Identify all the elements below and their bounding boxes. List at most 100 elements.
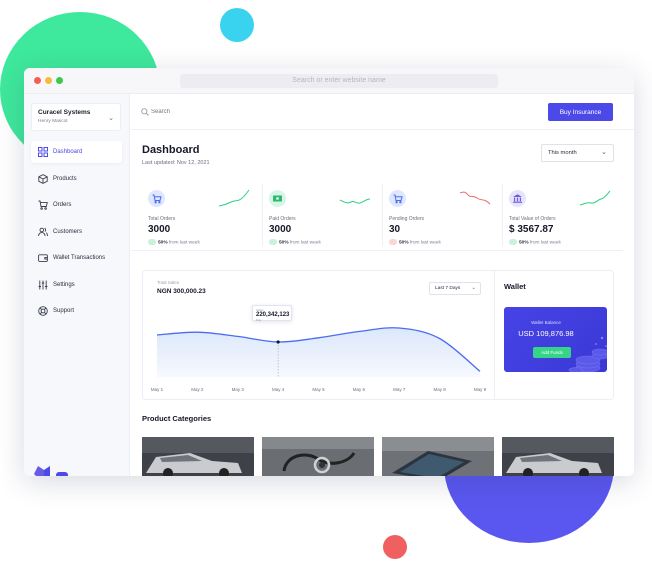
sidebar-item-dashboard[interactable]: Dashboard [31, 141, 122, 163]
last-updated: Last updated: Nov 12, 2021 [142, 160, 210, 166]
range-select-value: Last 7 Days [435, 286, 461, 291]
cash-icon [269, 190, 286, 207]
sidebar-item-label: Wallet Transactions [53, 255, 106, 261]
sales-total: NGN 300,000.23 [157, 288, 206, 295]
lifebuoy-icon [38, 306, 48, 316]
x-tick-label: May 6 [353, 387, 366, 392]
x-tick-label: May 7 [393, 387, 406, 392]
stat-value: $ 3567.87 [509, 224, 554, 235]
trend-down-sparkline [459, 191, 491, 205]
stat-change-pct: 50% [279, 240, 289, 246]
trend-up-icon [269, 239, 277, 245]
chevron-down-icon: ⌄ [108, 115, 114, 122]
sales-chart[interactable]: May 1 May 2 May 3 May 4 May 5 May 6 May 7 May 8… [143, 301, 494, 397]
stat-value: 3000 [148, 224, 171, 235]
close-window-button[interactable] [34, 77, 41, 84]
x-tick-label: May 5 [312, 387, 325, 392]
org-user: Henry Mascot [38, 119, 68, 124]
stethoscope-image [262, 437, 374, 476]
users-icon [38, 227, 48, 236]
stat-change-suffix: from last week [168, 240, 200, 246]
cart-icon [148, 190, 165, 207]
wallet-icon [38, 254, 48, 262]
category-card-car-2[interactable] [502, 437, 614, 476]
sidebar-item-settings[interactable]: Settings [31, 274, 122, 296]
stat-pending-orders: Pending Orders 30 50% from last week [382, 184, 500, 246]
category-card-gadget[interactable] [382, 437, 494, 476]
search-input[interactable] [151, 105, 271, 119]
category-card-health[interactable] [262, 437, 374, 476]
trend-up-icon [148, 239, 156, 245]
brand-logo-icon [34, 466, 68, 476]
period-select[interactable]: This month ⌄ [541, 144, 614, 162]
decorative-red-circle [383, 535, 407, 559]
chart-point[interactable] [276, 340, 280, 344]
top-bar: Buy Insurance [131, 94, 634, 130]
decorative-cyan-circle [220, 8, 254, 42]
stat-change: 50% from last week [148, 239, 200, 245]
stat-change-pct: 50% [519, 240, 529, 246]
trend-up-sparkline [218, 189, 250, 207]
sidebar-nav: Dashboard Products Orders Customers Wall… [24, 141, 130, 327]
sidebar: Curacel Systems Henry Mascot ⌄ Dashboard… [24, 94, 130, 476]
wallet-card: Wallet Balance USD 109,876.98 Add Funds [504, 307, 607, 372]
sales-card: Total Sales NGN 300,000.23 Last 7 Days ⌄… [142, 270, 614, 400]
stat-change-pct: 50% [158, 240, 168, 246]
org-switcher[interactable]: Curacel Systems Henry Mascot ⌄ [31, 103, 121, 131]
minimize-window-button[interactable] [45, 77, 52, 84]
category-card-car[interactable] [142, 437, 254, 476]
cart-icon [389, 190, 406, 207]
sidebar-item-label: Settings [53, 281, 75, 288]
stat-change: 50% from last week [389, 239, 441, 245]
tooltip-sub: May [256, 318, 262, 322]
stat-value: 30 [389, 224, 401, 235]
chevron-down-icon: ⌄ [601, 149, 607, 156]
sidebar-item-label: Support [53, 308, 75, 314]
box-icon [38, 173, 48, 184]
stat-label: Total Orders [148, 216, 176, 222]
wallet-title: Wallet [504, 282, 526, 291]
buy-insurance-button[interactable]: Buy Insurance [548, 103, 613, 121]
page-title: Dashboard [142, 144, 200, 156]
sidebar-item-products[interactable]: Products [31, 168, 122, 190]
stat-label: Total Value of Orders [509, 216, 556, 222]
stat-change: 50% from last week [269, 239, 321, 245]
stats-row: Total Orders 3000 50% from last week Pai… [131, 179, 623, 251]
chevron-down-icon: ⌄ [471, 285, 476, 291]
sidebar-item-label: Orders [53, 202, 72, 208]
stat-total-orders: Total Orders 3000 50% from last week [142, 184, 260, 246]
address-bar[interactable]: Search or enter website name [180, 74, 498, 88]
stat-value: 3000 [269, 224, 292, 235]
sidebar-item-wallet-transactions[interactable]: Wallet Transactions [31, 247, 122, 269]
wallet-balance-label: Wallet Balance [531, 320, 561, 325]
sidebar-item-support[interactable]: Support [31, 300, 122, 322]
browser-window: Search or enter website name Curacel Sys… [24, 68, 634, 476]
sidebar-item-customers[interactable]: Customers [31, 221, 122, 243]
sidebar-item-orders[interactable]: Orders [31, 194, 122, 216]
stat-label: Pending Orders [389, 216, 425, 222]
period-select-value: This month [548, 150, 577, 156]
trend-down-icon [389, 239, 397, 245]
stat-total-value: Total Value of Orders $ 3567.87 50% from… [502, 184, 620, 246]
chart-tooltip: Sales 220,342,123 May [252, 305, 292, 322]
sidebar-item-label: Products [53, 175, 77, 182]
range-select[interactable]: Last 7 Days ⌄ [429, 282, 481, 295]
stat-change-suffix: from last week [529, 240, 561, 246]
stat-change-suffix: from last week [289, 240, 321, 246]
stat-change-suffix: from last week [409, 240, 441, 246]
sidebar-item-label: Customers [53, 228, 83, 235]
wallet-panel: Wallet Wallet Balance USD 109,876.98 Add… [494, 271, 614, 399]
bank-icon [509, 190, 526, 207]
trend-up-sparkline [339, 198, 371, 204]
marketing-stage: Search or enter website name Curacel Sys… [0, 0, 652, 561]
x-tick-label: May 8 [433, 387, 446, 392]
stat-change-pct: 50% [399, 240, 409, 246]
categories-title: Product Categories [142, 414, 212, 423]
main-content: Buy Insurance Dashboard Last updated: No… [131, 94, 634, 476]
sales-chart-area: Total Sales NGN 300,000.23 Last 7 Days ⌄… [143, 271, 494, 399]
maximize-window-button[interactable] [56, 77, 63, 84]
trend-up-sparkline [579, 190, 611, 206]
sliders-icon [38, 280, 48, 289]
coins-icon [568, 336, 607, 372]
phone-image [382, 437, 494, 476]
